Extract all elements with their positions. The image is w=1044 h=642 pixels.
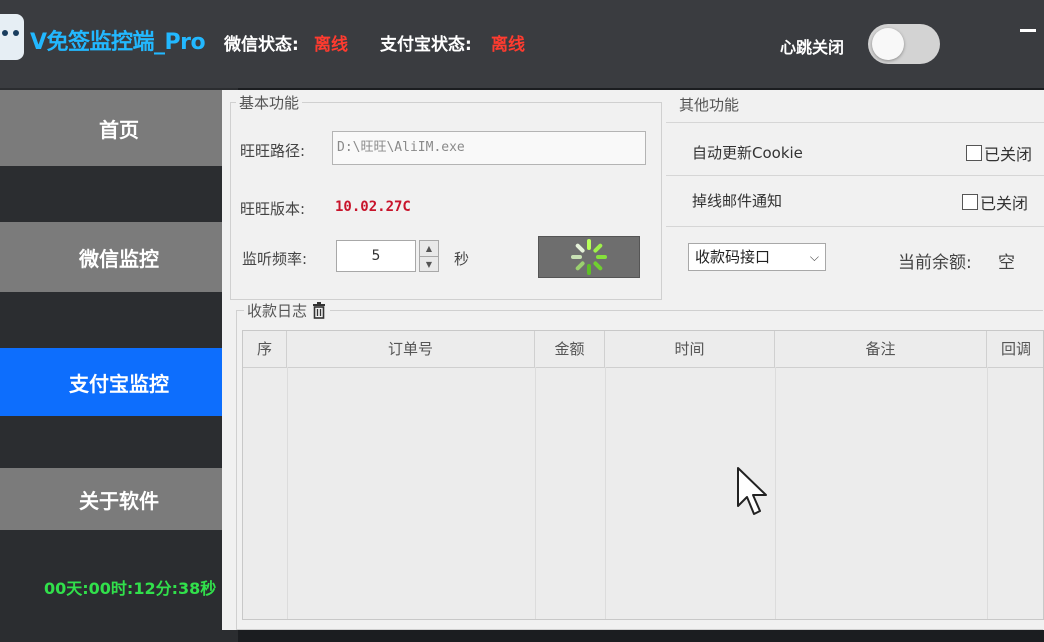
title-bar: V免签监控端_Pro 微信状态: 离线 支付宝状态: 离线 心跳关闭 xyxy=(0,0,1044,88)
column-line xyxy=(605,367,606,619)
toggle-knob xyxy=(872,28,904,60)
column-line xyxy=(535,367,536,619)
payment-log-table[interactable]: 序 订单号 金额 时间 备注 回调 xyxy=(242,330,1044,620)
sidebar-item-alipay-monitor[interactable]: 支付宝监控 xyxy=(0,348,238,416)
sidebar-item-about[interactable]: 关于软件 xyxy=(0,468,238,530)
sidebar-item-label: 首页 xyxy=(99,117,139,142)
heartbeat-label: 心跳关闭 xyxy=(780,38,845,57)
start-monitor-button[interactable] xyxy=(538,236,640,278)
app-title: V免签监控端_Pro xyxy=(30,30,206,55)
column-header-amount[interactable]: 金额 xyxy=(535,331,605,367)
balance-value: 空 xyxy=(998,253,1015,273)
column-header-callback[interactable]: 回调 xyxy=(987,331,1044,367)
column-header-time[interactable]: 时间 xyxy=(605,331,775,367)
frequency-input[interactable]: 5 xyxy=(336,240,416,272)
frequency-unit: 秒 xyxy=(454,250,470,268)
offline-mail-label: 掉线邮件通知 xyxy=(692,192,783,210)
version-value: 10.02.27C xyxy=(335,199,411,215)
column-header-order-id[interactable]: 订单号 xyxy=(287,331,535,367)
checkbox-box-icon xyxy=(962,194,978,210)
sidebar-item-label: 关于软件 xyxy=(79,488,159,513)
version-label: 旺旺版本: xyxy=(240,200,306,218)
wechat-status-label: 微信状态: xyxy=(224,35,299,55)
basic-functions-title: 基本功能 xyxy=(236,92,303,113)
column-header-index[interactable]: 序 xyxy=(243,331,287,367)
trash-icon[interactable] xyxy=(311,302,327,319)
mouse-cursor-icon xyxy=(737,467,767,515)
payment-log-title-wrap: 收款日志 xyxy=(244,300,331,321)
other-functions-title: 其他功能 xyxy=(676,94,743,115)
stepper-down-icon[interactable]: ▼ xyxy=(420,257,438,272)
checkbox-box-icon xyxy=(966,145,982,161)
balance-label: 当前余额: xyxy=(898,253,972,273)
chevron-down-icon: ⌵ xyxy=(809,250,819,264)
auto-cookie-label: 自动更新Cookie xyxy=(692,144,803,162)
interface-select[interactable]: 收款码接口 ⌵ xyxy=(688,243,826,271)
app-logo-icon xyxy=(0,14,24,60)
loading-spinner-icon xyxy=(571,239,607,275)
sidebar-item-home[interactable]: 首页 xyxy=(0,90,238,166)
offline-mail-checkbox[interactable]: 已关闭 xyxy=(962,190,1028,214)
sidebar-item-label: 支付宝监控 xyxy=(69,371,169,396)
auto-cookie-checkbox[interactable]: 已关闭 xyxy=(966,141,1032,165)
heartbeat-toggle[interactable] xyxy=(868,24,940,64)
path-label: 旺旺路径: xyxy=(240,142,306,160)
sidebar: 首页 微信监控 支付宝监控 关于软件 00天:00时:12分:38秒 xyxy=(0,88,238,642)
uptime-counter: 00天:00时:12分:38秒 xyxy=(44,579,217,598)
minimize-button[interactable] xyxy=(1016,20,1038,36)
frequency-label: 监听频率: xyxy=(242,250,308,268)
sidebar-item-label: 微信监控 xyxy=(79,246,159,271)
payment-log-title: 收款日志 xyxy=(247,302,308,320)
column-line xyxy=(287,367,288,619)
column-line xyxy=(987,367,988,619)
column-line xyxy=(775,367,776,619)
path-input[interactable]: D:\旺旺\AliIM.exe xyxy=(332,131,646,165)
main-panel: 基本功能 旺旺路径: D:\旺旺\AliIM.exe 旺旺版本: 10.02.2… xyxy=(222,90,1044,630)
interface-select-value: 收款码接口 xyxy=(695,248,771,266)
header-divider xyxy=(243,367,1043,368)
sidebar-item-wechat-monitor[interactable]: 微信监控 xyxy=(0,222,238,292)
offline-mail-state: 已关闭 xyxy=(980,194,1029,213)
wechat-status-value: 离线 xyxy=(314,35,348,55)
auto-cookie-state: 已关闭 xyxy=(984,145,1033,164)
alipay-status-label: 支付宝状态: xyxy=(380,35,472,55)
alipay-status-value: 离线 xyxy=(491,35,525,55)
frequency-stepper[interactable]: ▲ ▼ xyxy=(419,240,439,272)
stepper-up-icon[interactable]: ▲ xyxy=(420,241,438,257)
column-header-note[interactable]: 备注 xyxy=(775,331,987,367)
